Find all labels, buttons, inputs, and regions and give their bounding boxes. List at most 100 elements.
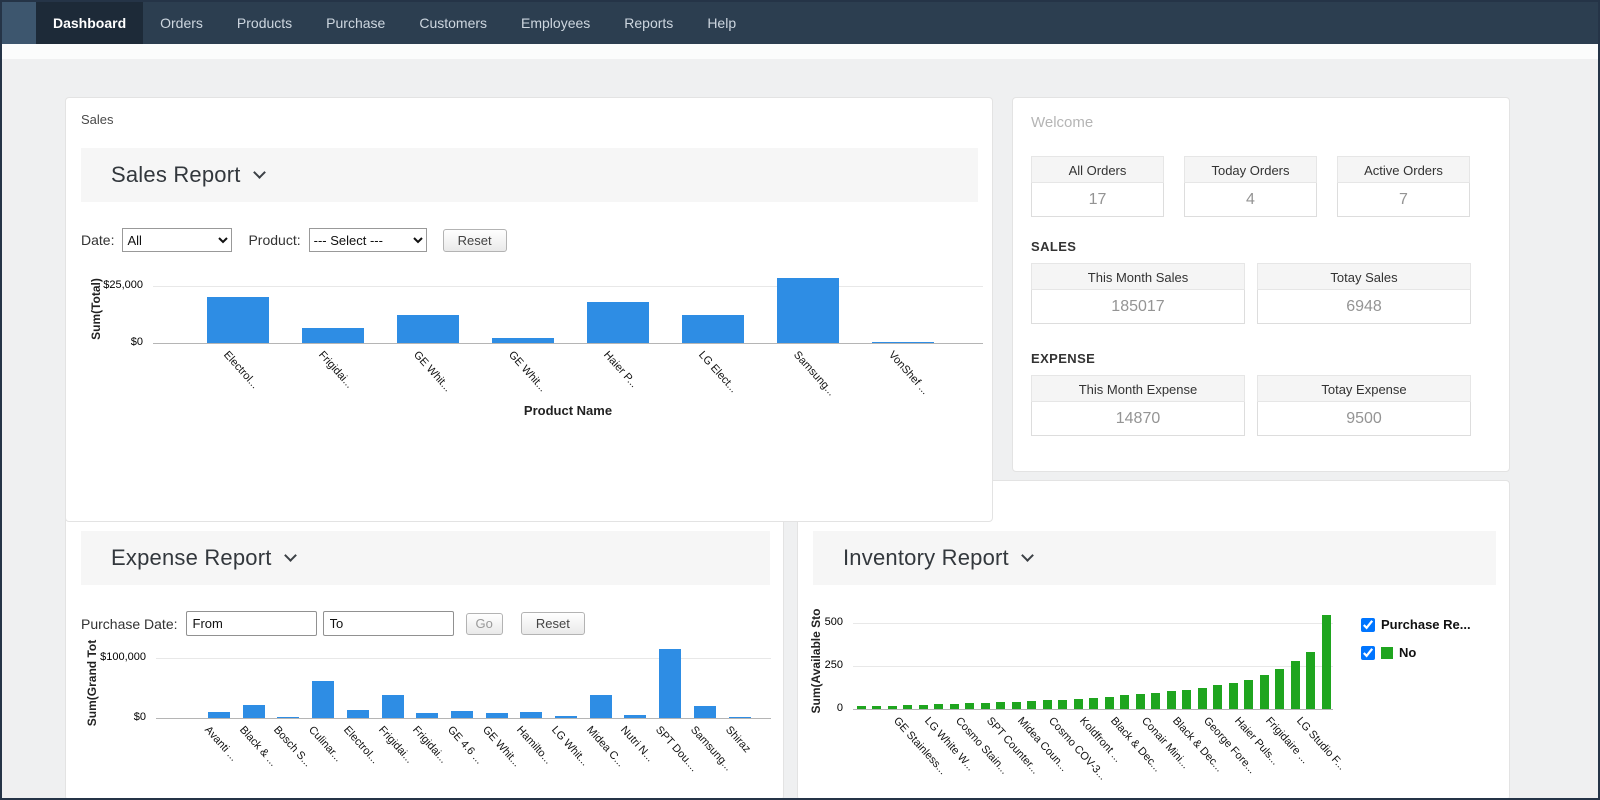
stat-value: 9500 (1257, 402, 1471, 436)
y-axis-title: Sum(Available Sto (809, 609, 823, 714)
stat-value: 185017 (1031, 290, 1245, 324)
bar[interactable] (1244, 680, 1253, 709)
gridline (153, 286, 983, 287)
bar[interactable] (1229, 683, 1238, 709)
bar[interactable] (888, 706, 897, 709)
bar[interactable] (857, 706, 866, 709)
bar[interactable] (208, 712, 230, 718)
bar[interactable] (1260, 675, 1269, 709)
sales-date-select[interactable]: All (122, 228, 232, 252)
bar[interactable] (1027, 701, 1036, 709)
bar[interactable] (451, 711, 473, 718)
legend-label: Purchase Re... (1381, 617, 1471, 632)
bar[interactable] (682, 315, 744, 343)
bar[interactable] (397, 315, 459, 343)
bar[interactable] (1167, 691, 1176, 709)
bar[interactable] (207, 297, 269, 343)
nav-item-reports[interactable]: Reports (607, 2, 690, 44)
expense-report-header[interactable]: Expense Report (81, 531, 770, 585)
bar[interactable] (312, 681, 334, 718)
y-tick-label: $100,000 (66, 651, 146, 663)
bar[interactable] (1306, 652, 1315, 709)
sales-report-header[interactable]: Sales Report (81, 148, 978, 202)
bar[interactable] (277, 717, 299, 718)
inventory-chart: 5002500GE Stainless...LG White W...Cosmo… (798, 601, 1510, 800)
bar[interactable] (872, 706, 881, 709)
bar[interactable] (486, 713, 508, 718)
bar[interactable] (1198, 688, 1207, 709)
x-tick-label: Frigidai... (410, 724, 449, 766)
y-axis-title: Sum(Total) (89, 278, 103, 340)
bar[interactable] (694, 706, 716, 718)
sales-card: Sales Sales Report Date: All Product: --… (65, 97, 993, 522)
bar[interactable] (520, 712, 542, 718)
bar[interactable] (1291, 661, 1300, 709)
nav-item-employees[interactable]: Employees (504, 2, 607, 44)
stat-box: Today Orders4 (1184, 156, 1317, 217)
purchase-date-to-input[interactable] (323, 611, 454, 636)
purchase-date-from-input[interactable] (186, 611, 317, 636)
brand-block[interactable] (2, 2, 36, 44)
nav-item-purchase[interactable]: Purchase (309, 2, 402, 44)
nav-item-orders[interactable]: Orders (143, 2, 220, 44)
bar[interactable] (659, 649, 681, 718)
legend-checkbox[interactable] (1361, 646, 1375, 660)
sales-heading: SALES (1031, 239, 1076, 254)
sales-reset-button[interactable]: Reset (443, 229, 507, 252)
bar[interactable] (1058, 700, 1067, 709)
stat-label: Totay Expense (1257, 375, 1471, 402)
expense-go-button[interactable]: Go (466, 613, 503, 635)
bar[interactable] (624, 715, 646, 718)
bar[interactable] (919, 705, 928, 709)
inventory-report-header[interactable]: Inventory Report (813, 531, 1496, 585)
bar[interactable] (1151, 693, 1160, 709)
bar[interactable] (590, 695, 612, 718)
bar[interactable] (872, 342, 934, 343)
legend-item[interactable]: Purchase Re... (1361, 617, 1471, 632)
bar[interactable] (1275, 669, 1284, 709)
legend-item[interactable]: No (1361, 645, 1471, 660)
nav-item-dashboard[interactable]: Dashboard (36, 2, 143, 44)
bar[interactable] (777, 278, 839, 343)
product-filter-label: Product: (248, 232, 300, 248)
bar[interactable] (950, 704, 959, 709)
bar[interactable] (302, 328, 364, 343)
bar[interactable] (1322, 615, 1331, 709)
nav-item-customers[interactable]: Customers (402, 2, 504, 44)
legend-checkbox[interactable] (1361, 618, 1375, 632)
stat-value: 7 (1337, 183, 1470, 217)
sales-product-select[interactable]: --- Select --- (309, 228, 427, 252)
bar[interactable] (382, 695, 404, 718)
bar[interactable] (1043, 700, 1052, 709)
nav-item-help[interactable]: Help (690, 2, 753, 44)
bar[interactable] (934, 704, 943, 709)
bar[interactable] (903, 705, 912, 709)
bar[interactable] (492, 338, 554, 343)
x-tick-label: Shiraz (723, 724, 753, 755)
bar[interactable] (555, 716, 577, 718)
sales-card-label: Sales (81, 112, 114, 127)
bar[interactable] (416, 713, 438, 718)
nav-item-products[interactable]: Products (220, 2, 309, 44)
sales-stats-row: This Month Sales185017Totay Sales6948 (1031, 263, 1471, 324)
bar[interactable] (1089, 698, 1098, 709)
bar[interactable] (996, 702, 1005, 709)
chart-legend: Purchase Re... No (1361, 617, 1471, 673)
bar[interactable] (243, 705, 265, 718)
bar[interactable] (1105, 697, 1114, 709)
expense-reset-button[interactable]: Reset (521, 612, 585, 635)
bar[interactable] (1074, 699, 1083, 709)
bar[interactable] (347, 710, 369, 718)
bar[interactable] (729, 717, 751, 718)
bar[interactable] (1182, 690, 1191, 709)
bar[interactable] (965, 703, 974, 709)
bar[interactable] (1012, 702, 1021, 709)
gridline (853, 623, 1333, 624)
bar[interactable] (981, 703, 990, 709)
bar[interactable] (1136, 694, 1145, 709)
x-tick-label: LG Elect... (696, 349, 739, 395)
x-tick-label: Electrol... (341, 724, 381, 766)
bar[interactable] (1213, 685, 1222, 709)
bar[interactable] (1120, 695, 1129, 709)
bar[interactable] (587, 302, 649, 343)
